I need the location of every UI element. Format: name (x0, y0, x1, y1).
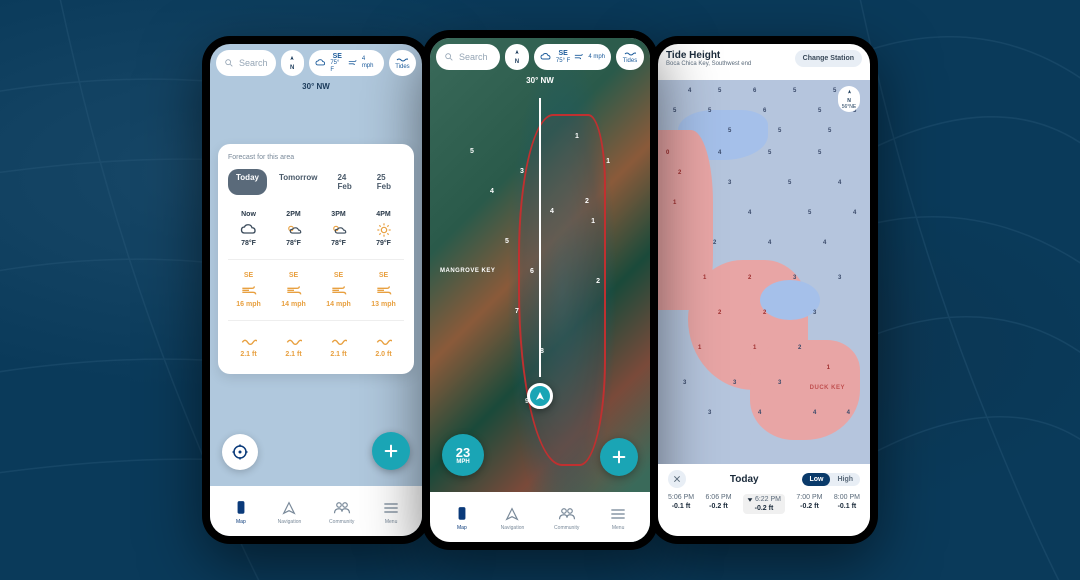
add-button[interactable] (372, 432, 410, 470)
phone-tides: Tide Height Boca Chica Key, Southwest en… (650, 36, 878, 544)
topbar: Search N SE75° F 4 mph Tides (436, 44, 644, 70)
navbar: Map Navigation Community Menu (210, 486, 422, 536)
partly-cloudy-icon (285, 222, 303, 238)
tide-map[interactable]: 45655 55655 555 02455 1354 454 244 1233 … (658, 80, 870, 464)
triangle-down-icon (747, 497, 753, 503)
tab-25feb[interactable]: 25 Feb (369, 169, 404, 195)
compass-n-icon (512, 49, 522, 59)
nav-navigation[interactable]: Navigation (501, 505, 525, 531)
weather-pill[interactable]: SE75° F 4 mph (309, 50, 384, 76)
navigation-icon (280, 499, 298, 517)
nav-community[interactable]: Community (554, 505, 579, 531)
wave-icon (331, 333, 347, 349)
compass-button[interactable]: N (505, 44, 529, 70)
search-input[interactable]: Search (436, 44, 500, 70)
nav-map[interactable]: Map (232, 499, 250, 525)
tab-tomorrow[interactable]: Tomorrow (271, 169, 326, 195)
search-icon (444, 52, 454, 62)
nav-menu[interactable]: Menu (609, 505, 627, 531)
tide-icon (396, 56, 408, 64)
cloud-icon (240, 222, 258, 238)
phone-map: 5 3 4 4 5 6 7 8 9 2 1 1 1 2 MANGROVE KEY… (422, 30, 658, 550)
cloud-icon (540, 52, 552, 62)
sunny-icon (376, 222, 392, 238)
place-label: DUCK KEY (810, 385, 845, 391)
tide-today-label: Today (730, 474, 759, 485)
change-station-button[interactable]: Change Station (795, 50, 862, 67)
tides-button[interactable]: Tides (389, 50, 416, 76)
wave-icon (241, 333, 257, 349)
compass-n-icon (845, 89, 854, 98)
locate-icon (231, 443, 249, 461)
tides-button[interactable]: Tides (616, 44, 644, 70)
wind-icon (376, 283, 392, 299)
weather-pill[interactable]: SE75° F 4 mph (534, 44, 611, 70)
navbar: Map Navigation Community Menu (430, 492, 650, 542)
wind-icon (331, 283, 347, 299)
partly-cloudy-icon (330, 222, 348, 238)
tab-24feb[interactable]: 24 Feb (329, 169, 364, 195)
compass-button[interactable]: N (281, 50, 304, 76)
wind-icon (574, 52, 584, 62)
compass-button[interactable]: N 56°NE (838, 86, 860, 112)
wave-icon (376, 333, 392, 349)
forecast-tabs: Today Tomorrow 24 Feb 25 Feb (228, 169, 404, 195)
navigation-icon (503, 505, 521, 523)
plus-icon (611, 449, 627, 465)
wave-icon (286, 333, 302, 349)
phone-forecast: Search N SE75° F 4 mph Tides 30° NW Fore… (202, 36, 430, 544)
wind-icon (286, 283, 302, 299)
speed-badge[interactable]: 23 MPH (442, 434, 484, 476)
search-input[interactable]: Search (216, 50, 276, 76)
nav-navigation[interactable]: Navigation (278, 499, 302, 525)
menu-icon (609, 505, 627, 523)
compass-n-icon (287, 55, 297, 65)
tide-times[interactable]: 5:06 PM-0.1 ft 6:06 PM-0.2 ft 6:22 PM-0.… (668, 494, 860, 514)
tide-time-active[interactable]: 6:22 PM-0.2 ft (743, 494, 785, 514)
cloud-icon (315, 58, 327, 68)
tab-today[interactable]: Today (228, 169, 267, 195)
toggle-high[interactable]: High (830, 473, 860, 486)
community-icon (558, 505, 576, 523)
menu-icon (382, 499, 400, 517)
heading-line (539, 98, 541, 377)
map-icon (232, 499, 250, 517)
close-button[interactable] (668, 470, 686, 488)
map-icon (453, 505, 471, 523)
boat-arrow-icon (534, 390, 546, 402)
toggle-low[interactable]: Low (802, 473, 830, 486)
nav-community[interactable]: Community (329, 499, 354, 525)
topbar: Search N SE75° F 4 mph Tides (216, 50, 416, 76)
nav-map[interactable]: Map (453, 505, 471, 531)
tide-footer: Today Low High 5:06 PM-0.1 ft 6:06 PM-0.… (658, 464, 870, 536)
tide-icon (624, 50, 636, 58)
place-label: MANGROVE KEY (440, 268, 495, 274)
plus-icon (383, 443, 399, 459)
wind-icon (348, 58, 358, 68)
add-button[interactable] (600, 438, 638, 476)
locate-button[interactable] (222, 434, 258, 470)
bearing-label: 30° NW (526, 76, 554, 85)
tide-subtitle: Boca Chica Key, Southwest end (666, 61, 751, 67)
close-icon (673, 475, 681, 483)
tide-title: Tide Height (666, 50, 751, 61)
search-icon (224, 58, 234, 68)
boat-marker[interactable] (527, 383, 553, 409)
tide-header: Tide Height Boca Chica Key, Southwest en… (666, 50, 862, 67)
tide-toggle: Low High (802, 473, 860, 486)
forecast-title: Forecast for this area (228, 154, 404, 161)
bearing-label: 30° NW (302, 82, 330, 91)
nav-menu[interactable]: Menu (382, 499, 400, 525)
forecast-card: Forecast for this area Today Tomorrow 24… (218, 144, 414, 374)
wind-icon (241, 283, 257, 299)
community-icon (333, 499, 351, 517)
